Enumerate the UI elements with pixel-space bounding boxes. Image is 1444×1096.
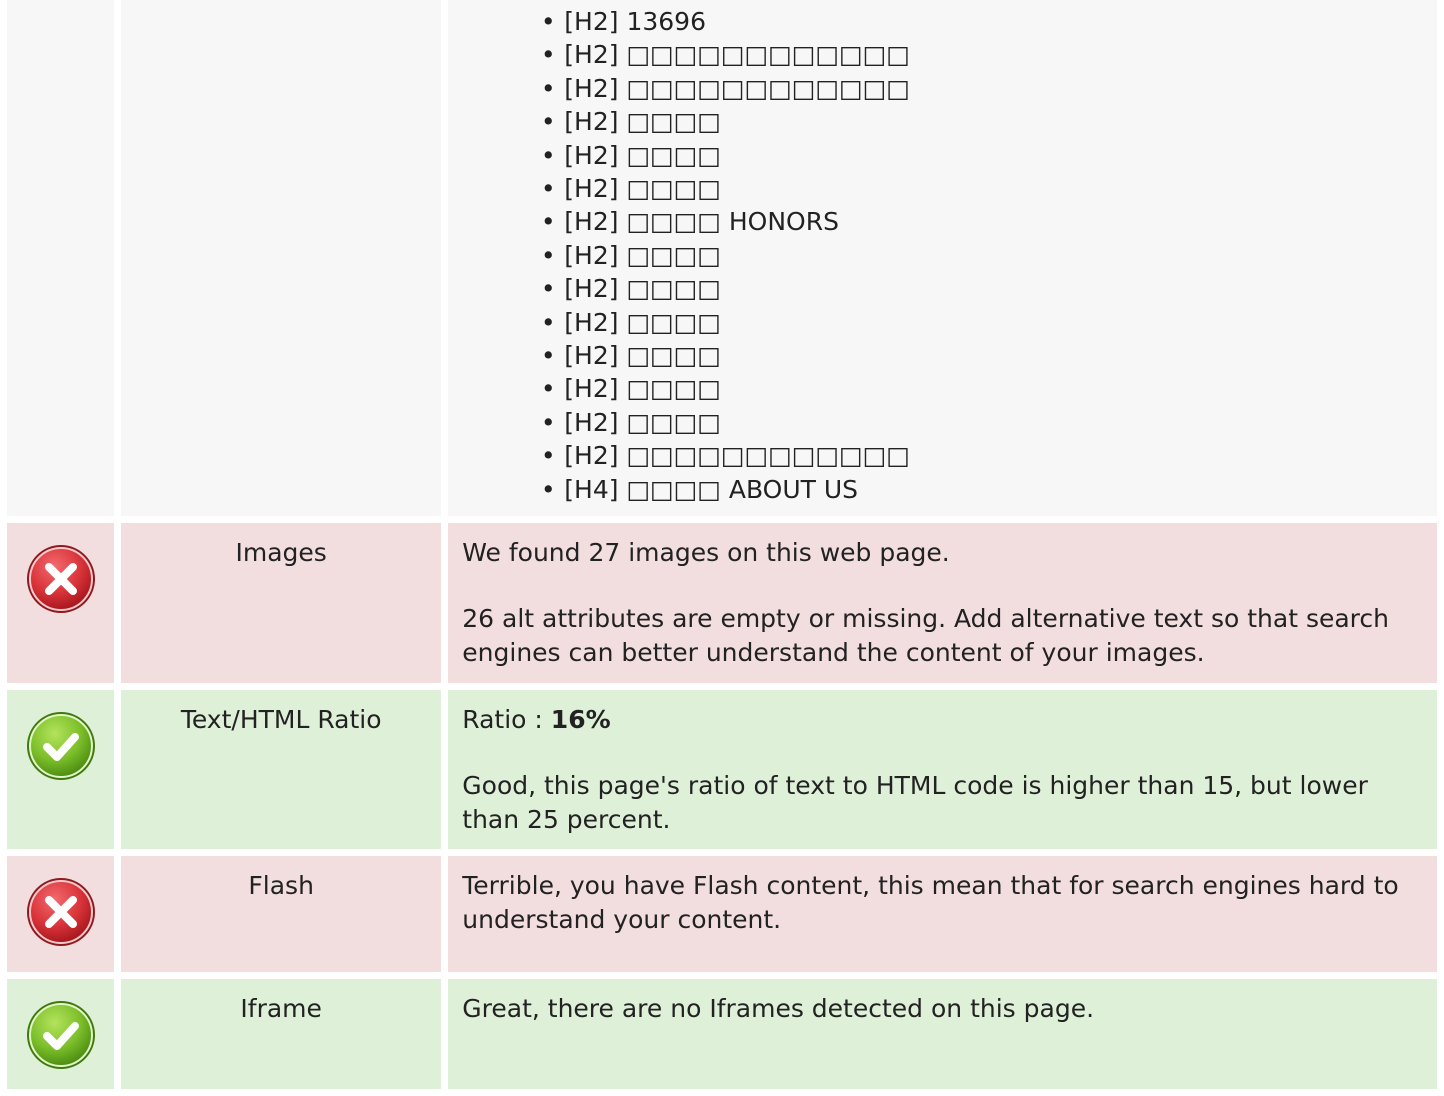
heading-list-item: • [H2] □□□□: [536, 406, 1437, 439]
heading-list-item: • [H2] □□□□: [536, 306, 1437, 339]
heading-list-item: • [H2] □□□□: [536, 139, 1437, 172]
heading-text: [H2] □□□□□□□□□□□□: [564, 73, 910, 103]
images-status-cell: [7, 523, 115, 683]
bullet-icon: •: [540, 407, 556, 437]
heading-text: [H2] □□□□ HONORS: [564, 207, 839, 237]
ratio-value: 16%: [550, 705, 611, 734]
iframe-status-cell: [7, 979, 115, 1090]
headings-label-cell: [121, 0, 442, 516]
heading-text: [H2] □□□□: [564, 240, 721, 270]
heading-text: [H2] □□□□: [564, 174, 721, 204]
ratio-label: Text/HTML Ratio: [180, 705, 382, 734]
ratio-prefix: Ratio :: [462, 705, 551, 734]
bullet-icon: •: [540, 207, 556, 237]
heading-text: [H2] □□□□: [564, 374, 721, 404]
images-label: Images: [235, 538, 327, 567]
images-body-cell: We found 27 images on this web page. 26 …: [448, 523, 1437, 683]
heading-text: [H2] □□□□□□□□□□□□: [564, 40, 910, 70]
heading-text: [H2] □□□□: [564, 307, 721, 337]
heading-text: [H2] □□□□: [564, 407, 721, 437]
flash-row: Flash Terrible, you have Flash content, …: [7, 856, 1437, 973]
iframe-row: Iframe Great, there are no Iframes detec…: [7, 979, 1437, 1090]
iframe-label-cell: Iframe: [121, 979, 442, 1090]
heading-list-item: • [H2] □□□□: [536, 372, 1437, 405]
heading-list-item: • [H2] □□□□□□□□□□□□: [536, 72, 1437, 105]
heading-text: [H2] □□□□: [564, 274, 721, 304]
images-count-text: We found 27 images on this web page.: [462, 538, 950, 567]
heading-list-item: • [H4] □□□□ ABOUT US: [536, 473, 1437, 506]
images-row: Images We found 27 images on this web pa…: [7, 523, 1437, 683]
heading-text: [H4] □□□□ ABOUT US: [564, 474, 859, 504]
heading-list-item: • [H2] □□□□: [536, 339, 1437, 372]
headings-icon-cell: [7, 0, 115, 516]
ratio-description: Good, this page's ratio of text to HTML …: [462, 771, 1368, 834]
heading-list-item: • [H2] □□□□: [536, 272, 1437, 305]
flash-label: Flash: [248, 871, 314, 901]
bullet-icon: •: [540, 307, 556, 337]
bullet-icon: •: [540, 40, 556, 70]
iframe-description: Great, there are no Iframes detected on …: [462, 994, 1095, 1024]
heading-list-item: • [H2] □□□□ HONORS: [536, 205, 1437, 238]
bullet-icon: •: [540, 274, 556, 304]
bullet-icon: •: [540, 341, 556, 371]
ratio-body-cell: Ratio : 16% Good, this page's ratio of t…: [448, 690, 1437, 850]
flash-label-cell: Flash: [121, 856, 442, 973]
seo-report-table: • [H2] 13696 • [H2] □□□□□□□□□□□□ • [H2] □□□…: [0, 0, 1444, 1096]
heading-text: [H2] □□□□: [564, 107, 721, 137]
images-label-cell: Images: [121, 523, 442, 683]
iframe-label: Iframe: [240, 994, 322, 1024]
flash-status-cell: [7, 856, 115, 973]
heading-list-item: • [H2] □□□□□□□□□□□□: [536, 38, 1437, 71]
heading-list-item: • [H2] □□□□: [536, 239, 1437, 272]
flash-body-cell: Terrible, you have Flash content, this m…: [448, 856, 1437, 973]
heading-text: [H2] □□□□□□□□□□□□: [564, 441, 910, 471]
heading-text: [H2] □□□□: [564, 140, 721, 170]
heading-text: [H2] □□□□: [564, 341, 721, 371]
success-check-icon: [25, 999, 97, 1071]
bullet-icon: •: [540, 7, 556, 36]
bullet-icon: •: [540, 474, 556, 504]
heading-text: [H2] 13696: [564, 7, 706, 36]
bullet-icon: •: [540, 174, 556, 204]
ratio-status-cell: [7, 690, 115, 850]
headings-body-cell: • [H2] 13696 • [H2] □□□□□□□□□□□□ • [H2] □□□…: [448, 0, 1437, 516]
flash-description: Terrible, you have Flash content, this m…: [462, 871, 1399, 934]
success-check-icon: [25, 710, 97, 782]
iframe-body-cell: Great, there are no Iframes detected on …: [448, 979, 1437, 1090]
bullet-icon: •: [540, 374, 556, 404]
bullet-icon: •: [540, 240, 556, 270]
ratio-row: Text/HTML Ratio Ratio : 16% Good, this p…: [7, 690, 1437, 850]
error-x-icon: [25, 876, 97, 948]
bullet-icon: •: [540, 73, 556, 103]
images-alt-text: 26 alt attributes are empty or missing. …: [462, 604, 1390, 667]
heading-list-item: • [H2] □□□□□□□□□□□□: [536, 439, 1437, 472]
headings-row: • [H2] 13696 • [H2] □□□□□□□□□□□□ • [H2] □□□…: [7, 0, 1437, 516]
heading-list-item: • [H2] □□□□: [536, 172, 1437, 205]
ratio-label-cell: Text/HTML Ratio: [121, 690, 442, 850]
heading-list-item: • [H2] 13696: [536, 5, 1437, 38]
heading-list: • [H2] 13696 • [H2] □□□□□□□□□□□□ • [H2] □□□…: [448, 0, 1437, 511]
bullet-icon: •: [540, 140, 556, 170]
error-x-icon: [25, 543, 97, 615]
bullet-icon: •: [540, 107, 556, 137]
heading-list-item: • [H2] □□□□: [536, 105, 1437, 138]
ratio-value-line: Ratio : 16%: [462, 703, 1425, 736]
bullet-icon: •: [540, 441, 556, 471]
